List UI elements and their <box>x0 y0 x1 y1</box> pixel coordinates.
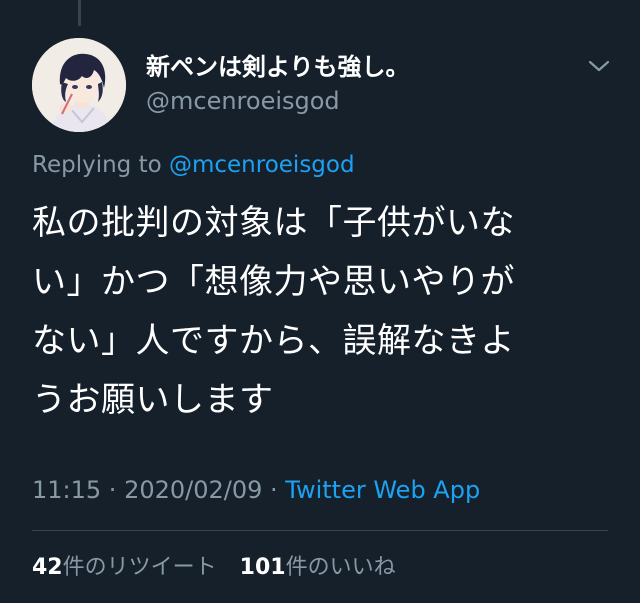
like-count: 101 <box>239 555 286 580</box>
tweet-menu-button[interactable] <box>587 56 611 76</box>
meta-separator: · <box>262 476 286 504</box>
retweet-label: 件のリツイート <box>62 555 217 580</box>
tweet-text-line: 私の批判の対象は「子供がいな <box>32 203 515 243</box>
avatar-illustration <box>32 38 126 132</box>
user-handle[interactable]: @mcenroeisgod <box>146 86 410 116</box>
replying-prefix: Replying to <box>32 152 169 178</box>
tweet-metadata: 11:15 · 2020/02/09 · Twitter Web App <box>32 474 480 506</box>
divider <box>32 530 608 531</box>
replying-to-line: Replying to @mcenroeisgod <box>32 150 355 180</box>
likes-stat[interactable]: 101件のいいね <box>240 555 396 580</box>
tweet-date[interactable]: 2020/02/09 <box>124 476 262 504</box>
retweets-stat[interactable]: 42件のリツイート <box>32 555 217 580</box>
display-name[interactable]: 新ペンは剣よりも強し。 <box>146 52 410 82</box>
retweet-count: 42 <box>32 555 63 580</box>
tweet-text: 私の批判の対象は「子供がいな い」かつ「想像力や思いやりが ない」人ですから、誤… <box>32 194 612 430</box>
meta-separator: · <box>101 476 125 504</box>
avatar[interactable] <box>32 38 126 132</box>
tweet-text-line: ない」人ですから、誤解なきよ <box>32 321 515 361</box>
engagement-stats: 42件のリツイート 101件のいいね <box>32 552 396 584</box>
tweet-time[interactable]: 11:15 <box>32 476 101 504</box>
chevron-down-icon <box>588 60 610 72</box>
tweet-author[interactable]: 新ペンは剣よりも強し。 @mcenroeisgod <box>146 52 410 116</box>
tweet-text-line: うお願いします <box>32 380 274 420</box>
tweet-text-line: い」かつ「想像力や思いやりが <box>32 262 515 302</box>
like-label: 件のいいね <box>285 555 396 580</box>
thread-connector-line <box>78 0 81 26</box>
replying-to-mention[interactable]: @mcenroeisgod <box>169 152 355 178</box>
tweet-source-link[interactable]: Twitter Web App <box>285 476 480 504</box>
